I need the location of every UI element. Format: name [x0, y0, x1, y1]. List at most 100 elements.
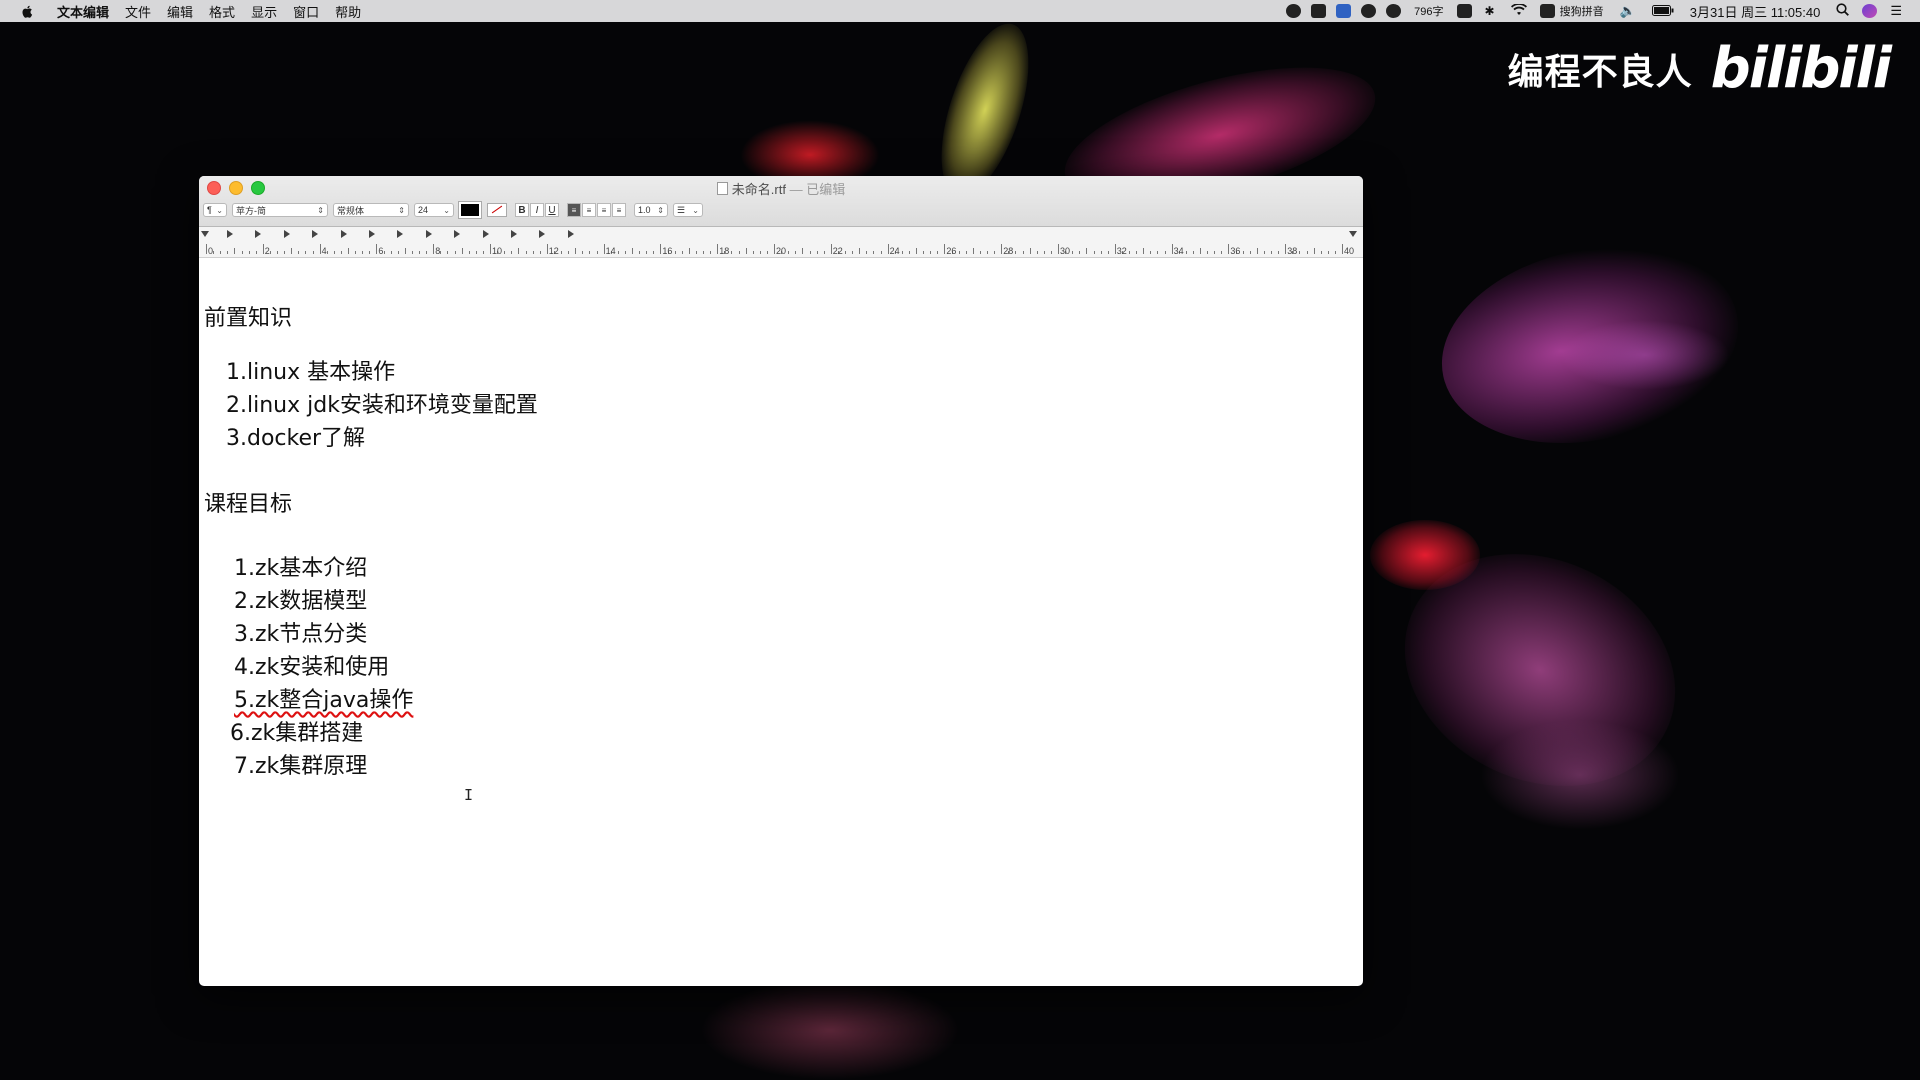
ruler-tick — [262, 244, 264, 254]
ruler-tick — [944, 244, 946, 254]
ruler-tick — [582, 251, 584, 254]
tab-stop-marker[interactable] — [227, 230, 237, 238]
list-style-select[interactable]: ☰ ⌄ — [673, 203, 703, 217]
tool-tray-icon[interactable] — [1361, 4, 1377, 18]
ruler-tick — [355, 251, 357, 254]
tab-stop-marker[interactable] — [482, 230, 493, 238]
menu-edit[interactable]: 编辑 — [167, 2, 193, 21]
menu-format[interactable]: 格式 — [209, 2, 235, 21]
ruler-tick — [923, 251, 925, 254]
align-right-button[interactable]: ≡ — [597, 203, 611, 217]
ruler-label: 6 — [378, 246, 384, 256]
tab-stop-marker[interactable] — [567, 230, 578, 238]
menu-help[interactable]: 帮助 — [335, 2, 361, 21]
ruler-tick — [1050, 251, 1052, 254]
ruler[interactable]: 0 2 4 6 8 10 12 14 16 18 20 22 24 26 28 30 32 34 36 38 40 — [199, 227, 1363, 258]
tab-stop-marker[interactable] — [312, 230, 322, 238]
ruler-tick — [845, 251, 846, 254]
ruler-tick — [1299, 251, 1301, 254]
align-center-button[interactable]: ≡ — [582, 203, 596, 217]
cloud-icon[interactable] — [1386, 4, 1402, 18]
tab-stop-marker[interactable] — [454, 230, 464, 238]
ruler-tick — [1150, 251, 1152, 254]
volume-icon[interactable]: 🔈 — [1620, 3, 1636, 19]
bold-button[interactable]: B — [515, 203, 529, 217]
ruler-tick — [482, 251, 484, 254]
ruler-label: 2 — [264, 246, 270, 256]
ruler-tick — [546, 244, 548, 254]
input-method-label[interactable]: 搜狗拼音 — [1560, 3, 1604, 19]
tab-stop-marker[interactable] — [397, 230, 407, 238]
ruler-tick — [958, 251, 960, 254]
ruler-tick — [539, 251, 541, 254]
battery-icon[interactable] — [1651, 4, 1674, 19]
tab-stop-marker[interactable] — [511, 230, 521, 238]
tab-stop-marker[interactable] — [369, 230, 379, 238]
tab-stop-marker[interactable] — [340, 230, 351, 238]
ruler-tick — [227, 251, 229, 254]
window-titlebar[interactable]: 未命名.rtf — 已编辑 ¶ ⌄ 苹方-简 ⇕ 常规体 ⇕ 24 ⌄ B I U ≡ … — [199, 176, 1363, 227]
ruler-tick — [823, 251, 825, 254]
screenshot-icon[interactable] — [1311, 4, 1327, 18]
menu-window[interactable]: 窗口 — [293, 2, 319, 21]
background-color-well[interactable] — [487, 203, 507, 217]
tab-stop-marker[interactable] — [283, 230, 294, 238]
tab-stop-marker[interactable] — [425, 230, 436, 238]
ruler-tick — [475, 251, 477, 254]
apple-icon[interactable] — [20, 4, 35, 19]
italic-button[interactable]: I — [530, 203, 544, 217]
right-margin-marker[interactable] — [1349, 231, 1357, 237]
ruler-tick — [852, 251, 854, 254]
word-count[interactable]: 796字 — [1414, 3, 1443, 19]
font-size-select[interactable]: 24 ⌄ — [414, 203, 454, 217]
ruler-tick — [213, 251, 215, 254]
line-spacing-select[interactable]: 1.0 ⇕ — [634, 203, 668, 217]
ruler-tick — [447, 251, 449, 254]
menu-file[interactable]: 文件 — [125, 2, 151, 21]
ruler-tick — [596, 251, 598, 254]
tab-stop-marker[interactable] — [539, 230, 549, 238]
ruler-tick — [738, 251, 740, 254]
app-tray-icon[interactable] — [1336, 4, 1352, 18]
align-left-icon: ≡ — [571, 205, 577, 215]
font-style-select[interactable]: 常规体 ⇕ — [333, 203, 409, 217]
ruler-tick — [419, 251, 420, 254]
menu-view[interactable]: 显示 — [251, 2, 277, 21]
underline-button[interactable]: U — [545, 203, 559, 217]
text-color-well[interactable] — [458, 201, 482, 219]
justify-button[interactable]: ≡ — [612, 203, 626, 217]
bluetooth-icon[interactable]: ✱ — [1485, 4, 1495, 18]
paragraph-style-select[interactable]: ¶ ⌄ — [203, 203, 227, 217]
left-indent-marker[interactable] — [201, 231, 209, 237]
ruler-tick — [930, 251, 932, 254]
font-family-select[interactable]: 苹方-简 ⇕ — [232, 203, 328, 217]
ruler-tick — [277, 251, 278, 254]
font-family-value: 苹方-简 — [236, 205, 266, 216]
ruler-tick — [426, 251, 428, 254]
record-icon[interactable] — [1286, 4, 1302, 18]
siri-icon[interactable] — [1862, 4, 1878, 18]
notification-center-icon[interactable]: ☰ — [1890, 3, 1902, 19]
ruler-tick — [1334, 251, 1336, 254]
ruler-label: 28 — [1003, 246, 1014, 256]
list-item: 7.zk集群原理 — [234, 754, 368, 779]
wifi-icon[interactable] — [1510, 2, 1527, 19]
document-text-area[interactable]: 前置知识 1.linux 基本操作 2.linux jdk安装和环境变量配置 3… — [199, 258, 1363, 986]
clock[interactable]: 3月31日 周三 11:05:40 — [1690, 2, 1821, 21]
sogou-icon[interactable] — [1539, 4, 1555, 18]
ruler-label: 16 — [662, 246, 673, 256]
spotlight-search-icon[interactable] — [1836, 3, 1850, 19]
edited-status: — 已编辑 — [789, 182, 846, 197]
window-title: 未命名.rtf — 已编辑 — [199, 179, 1363, 198]
menu-app-name[interactable]: 文本编辑 — [57, 2, 109, 21]
ruler-tick — [284, 251, 286, 254]
ruler-tick — [390, 251, 392, 254]
ruler-tick — [617, 251, 619, 254]
document-icon — [716, 182, 728, 195]
align-left-button[interactable]: ≡ — [567, 203, 581, 217]
tab-stop-marker[interactable] — [255, 230, 265, 238]
ruler-tick — [1249, 251, 1251, 254]
ruler-tick — [1320, 251, 1322, 254]
list-item: 3.zk节点分类 — [234, 622, 368, 647]
grid-icon[interactable] — [1456, 4, 1472, 18]
